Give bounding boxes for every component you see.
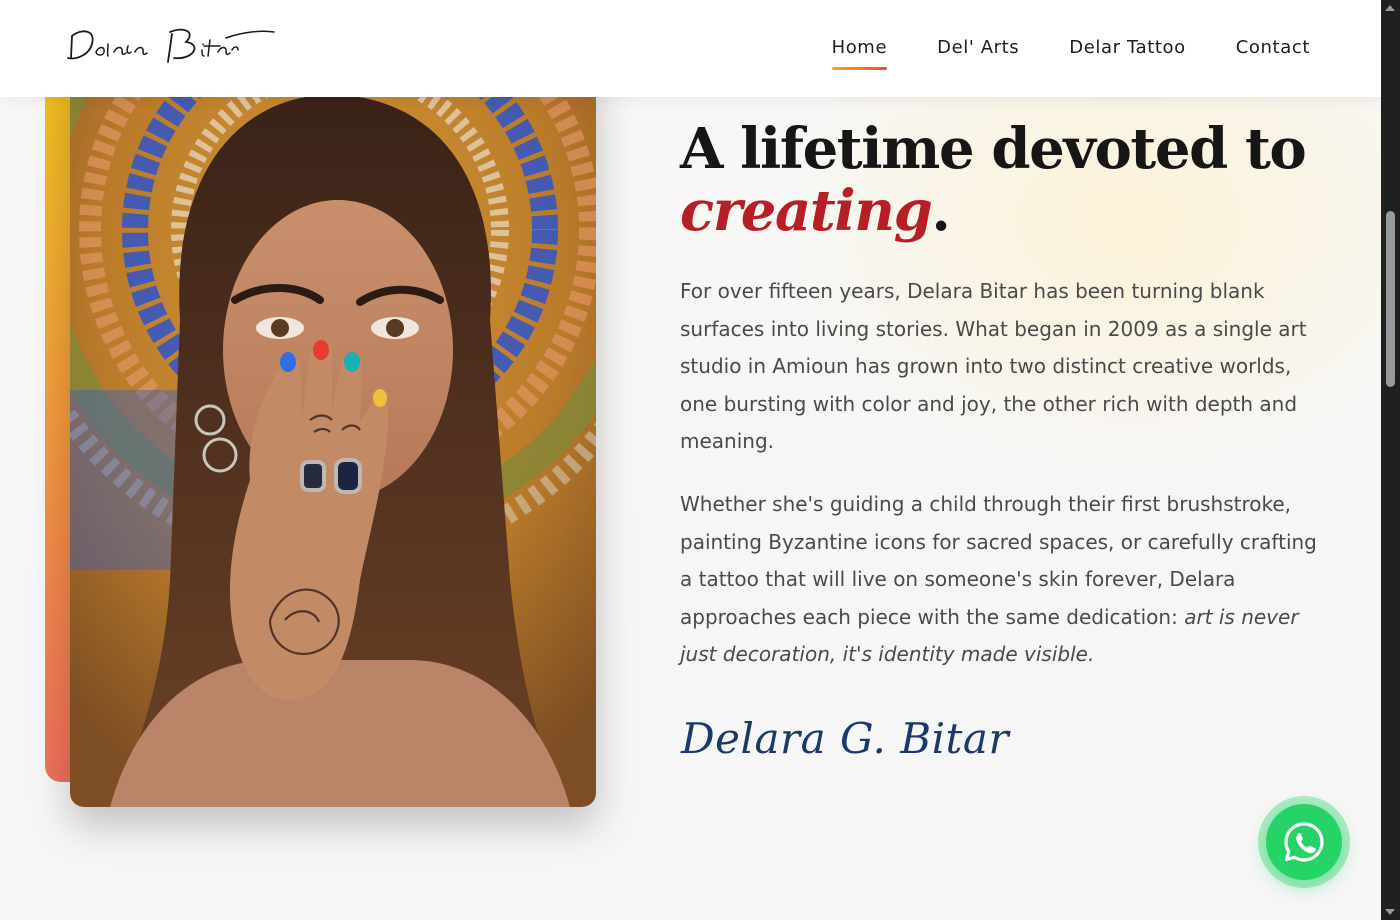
scroll-thumb[interactable] <box>1386 211 1395 387</box>
portrait-photo <box>70 60 596 807</box>
scrollbar[interactable] <box>1381 0 1400 920</box>
about-paragraph-1: For over fifteen years, Delara Bitar has… <box>680 279 1307 454</box>
headline-line1: A lifetime devoted to <box>680 116 1307 182</box>
headline-accent: creating <box>680 178 933 244</box>
headline-period: . <box>931 178 951 244</box>
whatsapp-button[interactable] <box>1266 804 1342 880</box>
scroll-up-icon[interactable] <box>1385 5 1395 11</box>
scroll-down-icon[interactable] <box>1385 909 1395 915</box>
signature-text: Delara G. Bitar <box>681 714 1010 763</box>
whatsapp-icon <box>1284 822 1324 862</box>
about-headline: A lifetime devoted to creating. <box>680 118 1340 242</box>
site-header: Home Del' Arts Delar Tattoo Contact <box>0 0 1381 97</box>
nav-delar-tattoo[interactable]: Delar Tattoo <box>1069 36 1185 60</box>
signature-logo <box>67 28 275 63</box>
main-nav: Home Del' Arts Delar Tattoo Contact <box>831 36 1310 70</box>
about-paragraph-2: Whether she's guiding a child through th… <box>680 486 1320 674</box>
nav-del-arts[interactable]: Del' Arts <box>937 36 1019 60</box>
nav-contact[interactable]: Contact <box>1236 36 1310 60</box>
site-logo[interactable] <box>62 22 277 70</box>
nav-home[interactable]: Home <box>831 36 888 70</box>
